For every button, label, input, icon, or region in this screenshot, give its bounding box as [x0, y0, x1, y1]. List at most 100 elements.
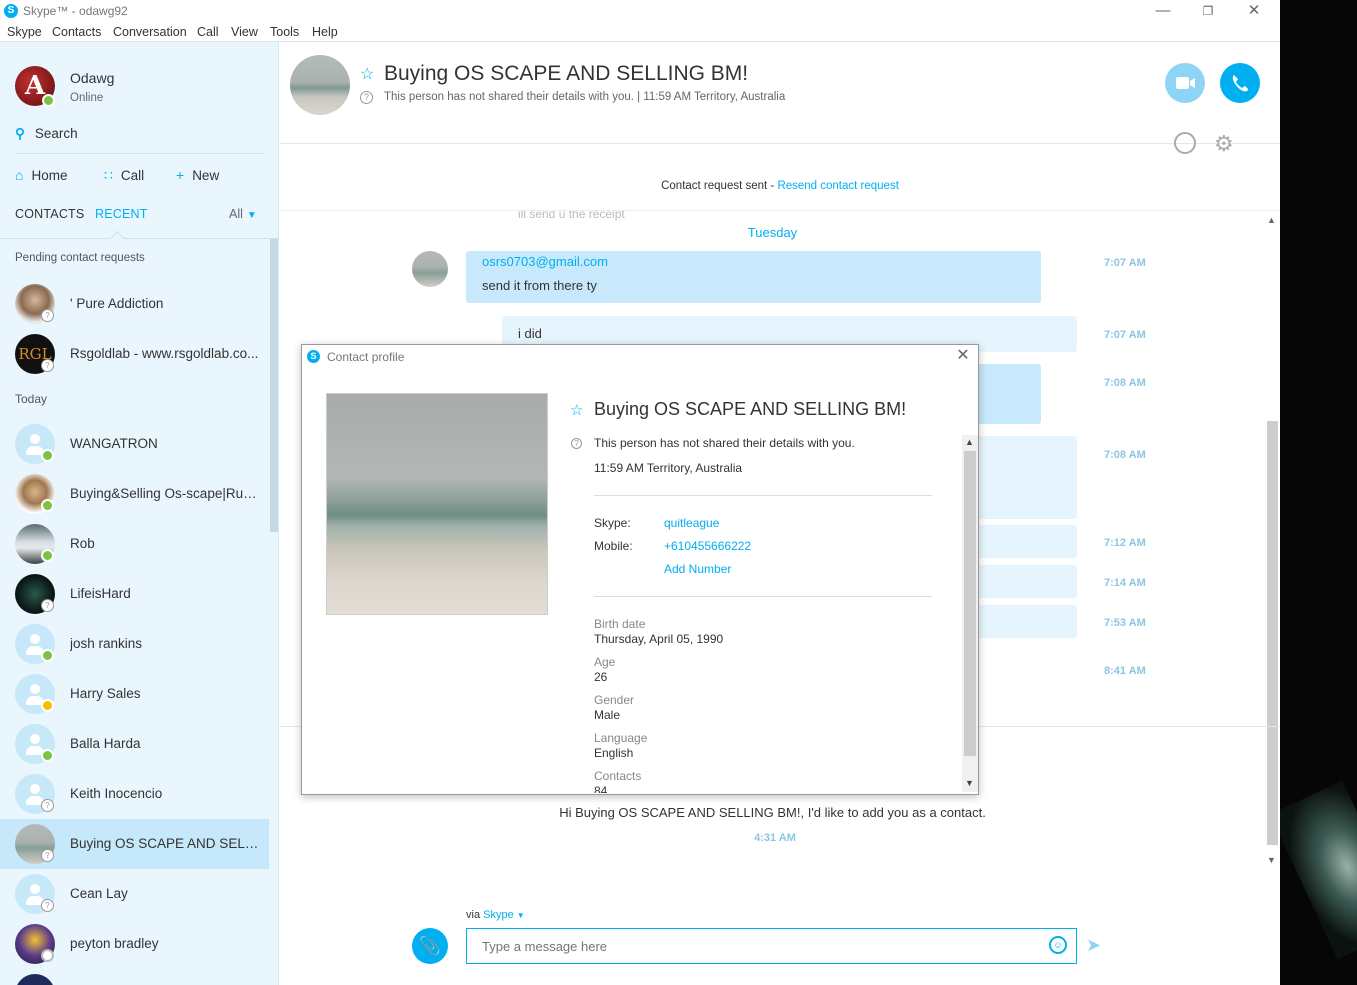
emoticon-icon[interactable]: ☺: [1049, 936, 1067, 954]
list-item[interactable]: Rob: [0, 519, 269, 569]
scroll-thumb[interactable]: [1267, 727, 1278, 845]
minimize-button[interactable]: —: [1143, 1, 1183, 21]
list-item[interactable]: peyton bradley: [0, 919, 269, 969]
contact-name: Harry Sales: [70, 686, 141, 701]
contact-title[interactable]: Buying OS SCAPE AND SELLING BM!: [384, 62, 748, 86]
conversation-header: ☆ Buying OS SCAPE AND SELLING BM! ? This…: [280, 42, 1280, 144]
contact-name: Buying OS SCAPE AND SELLIN...: [70, 836, 260, 851]
add-number-link[interactable]: Add Number: [664, 562, 731, 576]
tab-divider: [0, 238, 278, 239]
dialog-title: Contact profile: [327, 350, 405, 364]
list-item[interactable]: [0, 969, 269, 985]
via-selector[interactable]: via Skype ▼: [466, 909, 525, 921]
list-item[interactable]: ? LifeisHard: [0, 569, 269, 619]
sender-avatar[interactable]: [412, 251, 448, 287]
video-call-button[interactable]: [1165, 63, 1205, 103]
my-status[interactable]: Online: [70, 92, 103, 104]
favorite-star-icon[interactable]: ☆: [360, 64, 374, 84]
unknown-status-icon: ?: [41, 599, 54, 612]
list-item[interactable]: ? Cean Lay: [0, 869, 269, 919]
favorite-star-icon[interactable]: ☆: [570, 401, 583, 419]
contact-avatar[interactable]: [290, 55, 350, 115]
list-item-selected[interactable]: ? Buying OS SCAPE AND SELLIN...: [0, 819, 269, 869]
contact-name: Buying&Selling Os-scape|Run...: [70, 486, 260, 501]
close-button[interactable]: ✕: [1234, 1, 1274, 21]
restore-button[interactable]: ❐: [1188, 1, 1228, 21]
menu-view[interactable]: View: [231, 25, 258, 39]
chat-scrollbar-lower[interactable]: ▼: [1265, 727, 1280, 867]
list-item[interactable]: Balla Harda: [0, 719, 269, 769]
scroll-up-icon[interactable]: ▲: [965, 437, 974, 447]
message-time: 7:08 AM: [1104, 377, 1146, 389]
tab-contacts[interactable]: CONTACTS: [15, 207, 84, 221]
menu-conversation[interactable]: Conversation: [113, 25, 187, 39]
skype-id-link[interactable]: quitleague: [664, 516, 719, 530]
call-label: Call: [120, 168, 145, 183]
video-camera-icon: [1176, 77, 1195, 89]
add-contact-message: Hi Buying OS SCAPE AND SELLING BM!, I'd …: [559, 805, 986, 820]
scroll-thumb[interactable]: [964, 451, 976, 756]
divider: [594, 596, 932, 597]
search-icon: ⚲: [15, 126, 25, 141]
home-button[interactable]: ⌂ Home: [15, 167, 67, 183]
menu-bar: Skype Contacts Conversation Call View To…: [0, 22, 1280, 42]
list-item[interactable]: Harry Sales: [0, 669, 269, 719]
home-label: Home: [31, 168, 68, 183]
via-service[interactable]: Skype: [483, 909, 514, 921]
menu-skype[interactable]: Skype: [7, 25, 42, 39]
language-value: English: [594, 746, 634, 760]
online-status-icon: [41, 499, 54, 512]
list-item[interactable]: ? Keith Inocencio: [0, 769, 269, 819]
resend-request-link[interactable]: Resend contact request: [777, 180, 898, 192]
list-item[interactable]: Buying&Selling Os-scape|Run...: [0, 469, 269, 519]
list-item[interactable]: RGL ? Rsgoldlab - www.rsgoldlab.co...: [0, 329, 269, 379]
scroll-down-icon[interactable]: ▼: [1267, 855, 1276, 865]
tab-recent[interactable]: RECENT: [95, 207, 148, 221]
scroll-down-icon[interactable]: ▼: [965, 778, 974, 788]
message-time: 7:08 AM: [1104, 449, 1146, 461]
my-name[interactable]: Odawg: [70, 70, 114, 86]
menu-contacts[interactable]: Contacts: [52, 25, 101, 39]
audio-call-button[interactable]: [1220, 63, 1260, 103]
message-input[interactable]: [466, 928, 1077, 964]
scroll-thumb[interactable]: [1267, 421, 1278, 726]
dialog-title-bar: S Contact profile ✕: [302, 345, 978, 367]
gear-icon[interactable]: ⚙: [1214, 131, 1234, 157]
menu-call[interactable]: Call: [197, 25, 219, 39]
mobile-label: Mobile:: [594, 539, 633, 553]
search-box[interactable]: ⚲ Search: [15, 126, 78, 142]
menu-help[interactable]: Help: [312, 25, 338, 39]
contact-tabs: CONTACTS RECENT All ▼: [15, 207, 265, 227]
chat-scrollbar[interactable]: ▲: [1265, 211, 1280, 726]
birth-date-value: Thursday, April 05, 1990: [594, 632, 724, 646]
scroll-up-icon[interactable]: ▲: [1267, 215, 1276, 225]
attach-button[interactable]: 📎: [412, 928, 448, 964]
list-item[interactable]: ? ' Pure Addiction: [0, 279, 269, 329]
mobile-number-link[interactable]: +610455666222: [664, 539, 751, 553]
call-button[interactable]: ∷ Call: [104, 167, 144, 184]
dialog-close-button[interactable]: ✕: [952, 346, 974, 366]
message-time: 8:41 AM: [1104, 665, 1146, 677]
email-link[interactable]: osrs0703@gmail.com: [482, 254, 608, 269]
window-title: Skype™ - odawg92: [23, 4, 128, 18]
new-button[interactable]: + New: [176, 167, 219, 183]
menu-tools[interactable]: Tools: [270, 25, 299, 39]
list-item[interactable]: josh rankins: [0, 619, 269, 669]
dialog-scrollbar[interactable]: ▲ ▼: [962, 435, 978, 792]
sidebar-scrollbar[interactable]: [270, 239, 278, 532]
contact-request-notice: Contact request sent - Resend contact re…: [280, 180, 1280, 192]
divider: [594, 495, 932, 496]
filter-dropdown[interactable]: All ▼: [229, 207, 257, 221]
day-separator: Tuesday: [747, 225, 798, 240]
message-time: 4:31 AM: [754, 832, 796, 844]
send-icon[interactable]: ➤: [1086, 935, 1101, 956]
list-item[interactable]: WANGATRON: [0, 419, 269, 469]
paperclip-icon: 📎: [418, 936, 442, 956]
unknown-status-icon: ?: [41, 799, 54, 812]
message-bubble[interactable]: osrs0703@gmail.com send it from there ty: [466, 251, 1041, 303]
gender-label: Gender: [594, 693, 635, 707]
globe-icon[interactable]: [1174, 132, 1196, 154]
chevron-down-icon: ▼: [246, 210, 257, 221]
online-status-icon: [41, 449, 54, 462]
unknown-status-icon: ?: [41, 359, 54, 372]
